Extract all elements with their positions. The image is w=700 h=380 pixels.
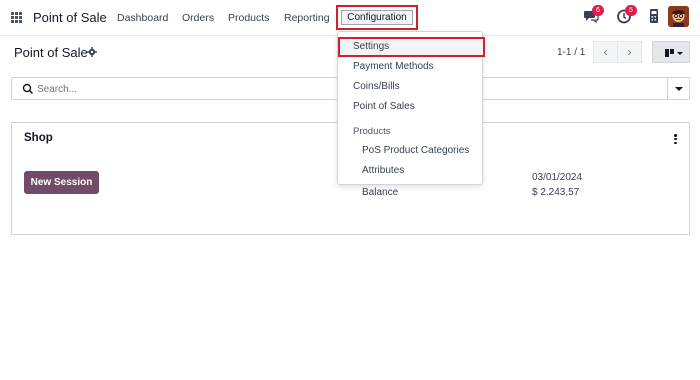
chat-icon[interactable]: 6 [583, 5, 604, 24]
menu-item-coins-bills[interactable]: Coins/Bills [353, 81, 400, 92]
kebab-icon[interactable] [674, 134, 677, 144]
menu-section-products: Products [353, 126, 391, 137]
menu-item-payment-methods[interactable]: Payment Methods [353, 61, 434, 72]
chat-badge: 6 [592, 5, 604, 16]
avatar[interactable] [668, 6, 689, 27]
pager-value[interactable]: 1-1 / 1 [557, 47, 585, 58]
menu-orders[interactable]: Orders [182, 12, 214, 24]
menu-item-pos-product-categories[interactable]: PoS Product Categories [362, 145, 469, 156]
app-brand[interactable]: Point of Sale [33, 10, 107, 25]
balance-label: Balance [362, 187, 399, 198]
new-session-button[interactable]: New Session [24, 171, 99, 194]
configuration-dropdown: Settings Payment Methods Coins/Bills Poi… [337, 31, 485, 185]
menu-products[interactable]: Products [228, 12, 269, 24]
session-date: 03/01/2024 [532, 172, 583, 183]
search-options-toggle[interactable] [667, 78, 689, 99]
menu-reporting[interactable]: Reporting [284, 12, 330, 24]
menu-dashboard[interactable]: Dashboard [117, 12, 168, 24]
search-icon [22, 83, 34, 95]
balance-value: $ 2.243,57 [532, 187, 580, 198]
gear-icon[interactable] [87, 47, 97, 57]
phone-icon[interactable] [648, 8, 660, 24]
caret-down-icon [674, 86, 683, 91]
configuration-highlight: Configuration [336, 5, 418, 30]
menu-item-attributes[interactable]: Attributes [362, 165, 404, 176]
activity-badge: 5 [625, 5, 637, 16]
menu-configuration[interactable]: Configuration [341, 10, 413, 25]
page-title[interactable]: Point of Sale [14, 45, 88, 60]
clock-icon[interactable]: 5 [616, 5, 637, 24]
card-title: Shop [24, 132, 53, 144]
menu-item-point-of-sales[interactable]: Point of Sales [353, 101, 415, 112]
apps-icon[interactable] [11, 12, 22, 23]
kanban-view-icon[interactable] [652, 41, 690, 63]
chevron-left-icon[interactable]: ‹ [593, 41, 618, 63]
chevron-right-icon[interactable]: › [617, 41, 642, 63]
menu-item-settings[interactable]: Settings [353, 41, 389, 52]
